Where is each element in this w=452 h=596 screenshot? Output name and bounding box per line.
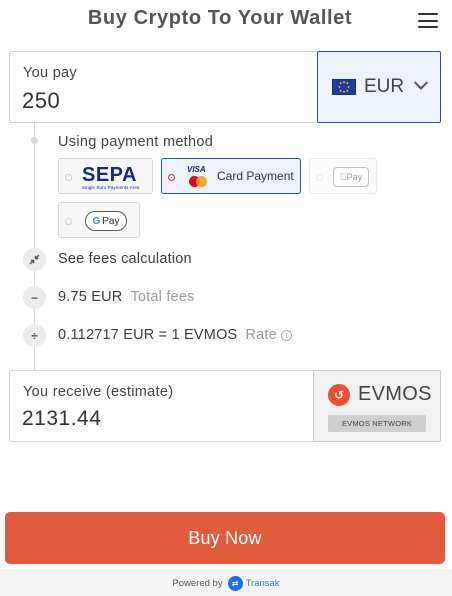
eu-flag-icon <box>332 79 356 95</box>
total-fees-row: 9.75 EUR Total fees <box>58 289 195 305</box>
header: Buy Crypto To Your Wallet <box>0 0 452 40</box>
currency-code: EUR <box>364 76 405 97</box>
you-receive-label: You receive (estimate) <box>23 384 174 400</box>
minus-icon: − <box>23 286 46 309</box>
network-badge: EVMOS NETWORK <box>328 415 426 432</box>
crypto-select[interactable]: ↺ EVMOS EVMOS NETWORK <box>313 370 441 442</box>
you-pay-label: You pay <box>23 65 77 81</box>
collapse-arrows-icon[interactable] <box>23 248 46 271</box>
you-receive-field: You receive (estimate) 2131.44 ↺ EVMOS E… <box>9 370 441 442</box>
buy-now-button[interactable]: Buy Now <box>5 512 445 564</box>
rate-label: Rate <box>245 327 277 343</box>
payment-option-google-pay[interactable]: G Pay <box>58 202 140 238</box>
pay-amount-input[interactable] <box>22 88 272 114</box>
radio-apple-pay[interactable] <box>316 174 323 181</box>
you-pay-field: You pay EUR <box>9 51 441 123</box>
footer: Powered by ⇄ Transak <box>0 570 452 596</box>
sepa-logo: SEPA Single Euro Payments Area <box>82 164 140 190</box>
rate-row: 0.112717 EUR = 1 EVMOS Rate i <box>58 327 292 343</box>
evmos-logo-icon: ↺ <box>328 383 350 406</box>
chevron-down-icon <box>414 75 429 90</box>
google-pay-logo: G Pay <box>85 211 127 231</box>
page-title: Buy Crypto To Your Wallet <box>87 7 353 29</box>
receive-amount-value: 2131.44 <box>22 407 102 430</box>
receive-amount-area: You receive (estimate) 2131.44 <box>10 371 313 441</box>
transak-logo-icon: ⇄ <box>227 576 243 591</box>
visa-mastercard-logo: VISA <box>187 165 213 189</box>
crypto-option: ↺ EVMOS <box>328 383 432 406</box>
total-fees-label: Total fees <box>130 289 195 305</box>
card-payment-label: Card Payment <box>217 169 294 183</box>
fiat-currency-select[interactable]: EUR <box>317 51 441 123</box>
apple-pay-logo: Pay <box>333 167 369 187</box>
payment-option-card[interactable]: VISA Card Payment <box>161 158 301 194</box>
radio-google-pay[interactable] <box>65 218 72 225</box>
crypto-name: EVMOS <box>358 383 432 405</box>
payment-option-apple-pay[interactable]: Pay <box>309 158 377 194</box>
payment-method-label: Using payment method <box>58 134 214 150</box>
divide-icon: ÷ <box>23 324 46 347</box>
powered-by-label: Powered by <box>172 578 223 589</box>
hamburger-menu-icon[interactable] <box>418 13 438 28</box>
total-fees-value: 9.75 EUR <box>58 289 123 305</box>
radio-sepa[interactable] <box>65 174 72 181</box>
transak-brand[interactable]: Transak <box>246 578 280 589</box>
pay-amount-area[interactable]: You pay <box>10 52 317 122</box>
fees-calculation-toggle[interactable]: See fees calculation <box>58 251 192 267</box>
radio-card[interactable] <box>168 174 175 181</box>
info-icon[interactable]: i <box>280 330 292 341</box>
payment-option-sepa[interactable]: SEPA Single Euro Payments Area <box>58 158 153 194</box>
rate-value: 0.112717 EUR = 1 EVMOS <box>58 327 238 343</box>
timeline-dot <box>31 137 38 144</box>
